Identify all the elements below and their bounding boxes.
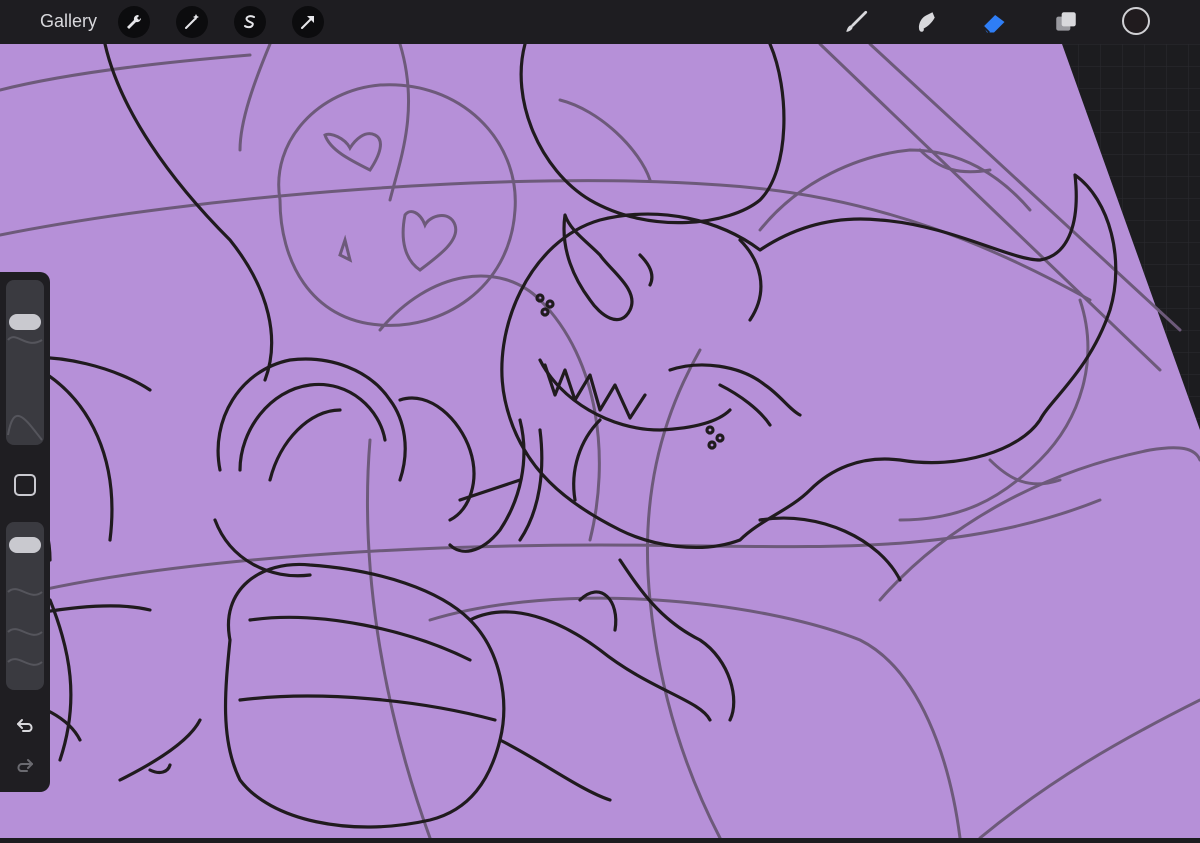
brush-size-thumb[interactable] bbox=[9, 314, 41, 331]
canvas-artwork[interactable] bbox=[0, 0, 1200, 840]
actions-wrench-button[interactable] bbox=[118, 6, 150, 38]
layers-button[interactable] bbox=[1050, 6, 1082, 38]
brush-icon bbox=[846, 10, 868, 32]
smudge-icon bbox=[918, 12, 935, 32]
layers-icon bbox=[1056, 12, 1076, 31]
transform-arrow-icon bbox=[301, 16, 314, 29]
gallery-button[interactable]: Gallery bbox=[40, 11, 97, 32]
brush-size-slider[interactable] bbox=[6, 280, 44, 445]
adjustments-button[interactable] bbox=[176, 6, 208, 38]
smudge-tool[interactable] bbox=[910, 6, 942, 38]
opacity-thumb[interactable] bbox=[9, 536, 41, 553]
transform-button[interactable] bbox=[292, 6, 324, 38]
undo-button[interactable] bbox=[13, 714, 37, 738]
modify-button[interactable] bbox=[14, 474, 36, 496]
brush-tool[interactable] bbox=[840, 6, 872, 38]
redo-icon bbox=[17, 759, 33, 772]
color-picker-button[interactable] bbox=[1122, 7, 1150, 35]
size-preview-icon bbox=[7, 336, 43, 441]
eraser-icon bbox=[982, 15, 1005, 34]
selection-s-icon bbox=[244, 15, 255, 29]
left-sidebar bbox=[0, 272, 50, 792]
selection-button[interactable] bbox=[234, 6, 266, 38]
opacity-slider[interactable] bbox=[6, 522, 44, 690]
top-toolbar: Gallery bbox=[0, 0, 1200, 44]
drawing-canvas[interactable] bbox=[0, 0, 1200, 840]
redo-button[interactable] bbox=[13, 754, 37, 778]
wrench-icon bbox=[127, 14, 142, 29]
undo-icon bbox=[17, 719, 33, 732]
eraser-tool[interactable] bbox=[978, 6, 1010, 38]
magic-wand-icon bbox=[185, 14, 199, 29]
